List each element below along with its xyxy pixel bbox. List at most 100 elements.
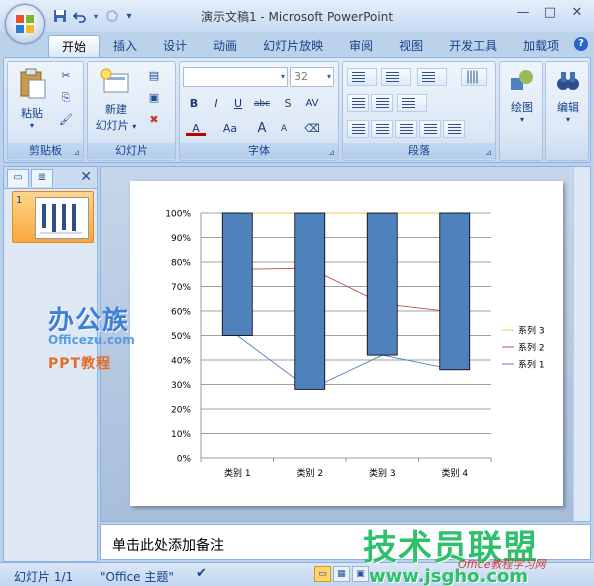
officezu-logo-url: Officezu.com	[48, 333, 135, 347]
format-painter-icon[interactable]: 🖌	[58, 112, 74, 128]
x-tick-label: 类别 1	[224, 467, 251, 479]
font-color-button[interactable]: A	[186, 120, 206, 136]
tab-slideshow[interactable]: 幻灯片放映	[250, 35, 336, 57]
y-tick-label: 20%	[171, 406, 191, 416]
ribbon-tabs: 开始 插入 设计 动画 幻灯片放映 审阅 视图 开发工具 加载项	[48, 33, 572, 57]
officezu-logo: 办公族 Officezu.com PPT教程	[48, 300, 158, 373]
window-controls: — □ ✕	[510, 4, 590, 24]
bar	[366, 212, 398, 356]
normal-view-button[interactable]: ▭	[314, 566, 331, 582]
help-icon[interactable]: ?	[574, 37, 588, 51]
office-logo-icon	[16, 15, 34, 33]
group-editing: 编辑 ▾	[545, 61, 589, 161]
text-direction-button[interactable]	[461, 68, 487, 86]
ribbon: 粘贴 ▾ ✂ ⎘ 🖌 剪贴板 ⊿ 新建 幻灯片 ▾ ▤ ▣ ✖ 幻灯片 ▾ 32…	[3, 57, 591, 163]
shadow-button[interactable]: S	[278, 95, 298, 113]
notes-placeholder: 单击此处添加备注	[112, 538, 224, 554]
copy-icon[interactable]: ⎘	[58, 90, 74, 106]
series-line-3	[236, 335, 455, 390]
tab-insert[interactable]: 插入	[100, 35, 150, 57]
tab-design[interactable]: 设计	[150, 35, 200, 57]
align-center-button[interactable]	[371, 120, 393, 138]
chart[interactable]: 0% 10% 20% 30% 40% 50% 60% 70% 80% 90% 100% 类别 1 类别 …	[130, 181, 563, 506]
slide-canvas[interactable]: 0% 10% 20% 30% 40% 50% 60% 70% 80% 90% 100% 类别 1 类别 …	[130, 181, 563, 506]
increase-indent-button[interactable]	[371, 94, 393, 112]
group-font: ▾ 32 ▾ B I U abc S AV A Aa A A ⌫ 字体 ⊿	[179, 61, 339, 161]
slides-group-label: 幻灯片	[88, 143, 175, 159]
slide-counter: 幻灯片 1/1	[14, 570, 74, 584]
bullets-button[interactable]	[347, 68, 377, 86]
font-launcher-icon[interactable]: ⊿	[328, 148, 335, 157]
decrease-indent-button[interactable]	[347, 94, 369, 112]
char-spacing-button[interactable]: AV	[302, 95, 322, 113]
clipboard-group-label: 剪贴板	[8, 143, 83, 159]
align-left-button[interactable]	[347, 120, 369, 138]
y-tick-label: 80%	[171, 259, 191, 269]
close-button[interactable]: ✕	[564, 4, 590, 24]
italic-button[interactable]: I	[206, 95, 226, 113]
y-tick-label: 50%	[171, 332, 191, 342]
tab-review[interactable]: 审阅	[336, 35, 386, 57]
tab-home[interactable]: 开始	[48, 35, 101, 57]
tab-view[interactable]: 视图	[386, 35, 436, 57]
bar	[294, 212, 326, 390]
vertical-scrollbar[interactable]	[573, 167, 590, 521]
delete-slide-icon[interactable]: ✖	[146, 112, 162, 128]
justify-button[interactable]	[419, 120, 441, 138]
layout-icon[interactable]: ▤	[146, 68, 162, 84]
editing-button[interactable]: 编辑 ▾	[548, 68, 588, 124]
new-slide-label-1: 新建	[105, 103, 127, 116]
theme-name: "Office 主题"	[100, 570, 174, 584]
outline-tab[interactable]: ≣	[31, 169, 53, 187]
site-watermark-url: www.jsgho.com	[369, 566, 529, 586]
maximize-button[interactable]: □	[537, 4, 563, 24]
new-slide-button[interactable]: 新建 幻灯片 ▾	[92, 68, 140, 133]
series-line-2	[237, 267, 455, 313]
y-tick-label: 30%	[171, 381, 191, 391]
group-drawing: 绘图 ▾	[499, 61, 543, 161]
officezu-logo-sub: PPT教程	[48, 356, 112, 372]
new-slide-icon	[100, 68, 129, 93]
line-spacing-button[interactable]	[417, 68, 447, 86]
change-case-button[interactable]: Aa	[220, 120, 240, 138]
close-pane-icon[interactable]: ✕	[80, 169, 92, 185]
tab-developer[interactable]: 开发工具	[436, 35, 510, 57]
bar	[221, 212, 253, 336]
drawing-button[interactable]: 绘图 ▾	[502, 68, 542, 124]
paste-button[interactable]: 粘贴 ▾	[14, 68, 50, 130]
new-slide-dropdown-icon[interactable]: ▾	[132, 122, 136, 131]
slide-thumbnail[interactable]: 1	[12, 191, 94, 243]
binoculars-icon	[557, 72, 579, 90]
tab-animations[interactable]: 动画	[200, 35, 250, 57]
slide-thumbnail-number: 1	[16, 195, 23, 206]
legend-label: 系列 3	[518, 325, 545, 337]
y-tick-label: 0%	[177, 455, 192, 465]
bold-button[interactable]: B	[184, 95, 204, 113]
font-size-combo[interactable]: 32 ▾	[290, 67, 334, 87]
minimize-button[interactable]: —	[510, 4, 536, 24]
spellcheck-icon[interactable]: ✔	[196, 566, 207, 581]
slide-sorter-button[interactable]: ▦	[333, 566, 350, 582]
columns-button[interactable]	[397, 94, 427, 112]
reset-icon[interactable]: ▣	[146, 90, 162, 106]
clear-format-icon[interactable]: ⌫	[302, 120, 322, 138]
office-button[interactable]	[5, 4, 45, 44]
tab-addins[interactable]: 加载项	[510, 35, 572, 57]
grow-font-button[interactable]: A	[252, 120, 272, 138]
group-clipboard: 粘贴 ▾ ✂ ⎘ 🖌 剪贴板 ⊿	[7, 61, 84, 161]
paragraph-launcher-icon[interactable]: ⊿	[485, 148, 492, 157]
slides-pane-tabs: ▭ ≣ ✕	[4, 167, 97, 189]
font-name-combo[interactable]: ▾	[183, 67, 288, 87]
shapes-icon	[511, 70, 533, 90]
x-tick-label: 类别 3	[369, 467, 396, 479]
strikethrough-button[interactable]: abc	[252, 95, 272, 113]
shrink-font-button[interactable]: A	[274, 120, 294, 138]
underline-button[interactable]: U	[228, 95, 248, 113]
cut-icon[interactable]: ✂	[58, 68, 74, 84]
distributed-button[interactable]	[443, 120, 465, 138]
numbering-button[interactable]	[381, 68, 411, 86]
align-right-button[interactable]	[395, 120, 417, 138]
clipboard-launcher-icon[interactable]: ⊿	[73, 148, 80, 157]
legend-label: 系列 1	[518, 359, 545, 371]
slides-tab[interactable]: ▭	[7, 169, 29, 187]
